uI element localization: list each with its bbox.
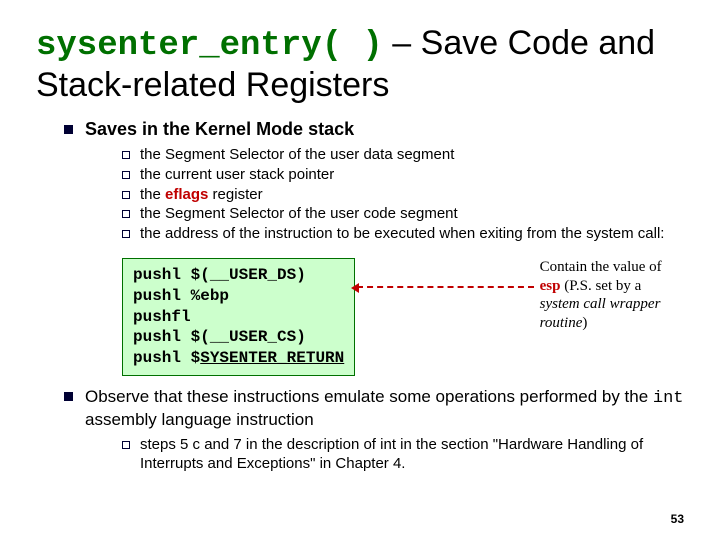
sub-item-3-text: the Segment Selector of the user code se… — [140, 205, 684, 224]
observe-int: int — [653, 389, 684, 408]
observe-sub-a: steps 5 c and 7 in the description of — [140, 436, 380, 453]
title-sep: – — [383, 24, 421, 62]
sub-item-1-text: the current user stack pointer — [140, 166, 684, 185]
page-number: 53 — [671, 512, 684, 526]
sub-item-4-text: the address of the instruction to be exe… — [140, 225, 684, 244]
bullet-open-square-icon — [122, 151, 130, 159]
note-esp: esp — [540, 278, 561, 294]
code-line-1: pushl $(__USER_DS) — [133, 266, 306, 284]
code-line-4: pushl $(__USER_CS) — [133, 328, 306, 346]
bullet-open-square-icon — [122, 230, 130, 238]
eflags-post: register — [208, 186, 262, 203]
code-line-5b: SYSENTER_RETURN — [200, 349, 344, 367]
bullet-open-square-icon — [122, 210, 130, 218]
title-mono: sysenter_entry( ) — [36, 27, 383, 65]
code-and-note-row: pushl $(__USER_DS) pushl %ebp pushfl pus… — [122, 258, 684, 376]
sub-item-3: the Segment Selector of the user code se… — [122, 205, 684, 224]
slide-title: sysenter_entry( ) – Save Code and Stack-… — [36, 24, 684, 105]
sub-item-2: the eflags register — [122, 186, 684, 205]
bullet-open-square-icon — [122, 171, 130, 179]
bullet-open-square-icon — [122, 441, 130, 449]
eflags-pre: the — [140, 186, 165, 203]
observe-sub-int: int — [380, 436, 396, 453]
note-t3: ) — [582, 315, 587, 331]
note-t2: (P.S. set by a — [560, 278, 641, 294]
annotation-note: Contain the value of esp (P.S. set by a … — [540, 258, 684, 333]
bullet-saves: Saves in the Kernel Mode stack — [64, 119, 684, 140]
bullet-observe-text: Observe that these instructions emulate … — [85, 386, 684, 431]
bullet-saves-text: Saves in the Kernel Mode stack — [85, 119, 684, 140]
bullet-observe: Observe that these instructions emulate … — [64, 386, 684, 431]
bullet-open-square-icon — [122, 191, 130, 199]
arrow-icon — [357, 286, 533, 288]
sub-item-2-text: the eflags register — [140, 186, 684, 205]
slide: sysenter_entry( ) – Save Code and Stack-… — [0, 0, 720, 540]
observe-sub-text: steps 5 c and 7 in the description of in… — [140, 436, 684, 474]
note-ital: system call wrapper routine — [540, 296, 661, 331]
sub-item-4: the address of the instruction to be exe… — [122, 225, 684, 244]
code-line-5a: pushl $ — [133, 349, 200, 367]
sub-item-0: the Segment Selector of the user data se… — [122, 146, 684, 165]
observe-sub: steps 5 c and 7 in the description of in… — [122, 436, 684, 474]
eflags-word: eflags — [165, 186, 208, 203]
bullet-square-icon — [64, 125, 73, 134]
observe-b: assembly language instruction — [85, 410, 314, 429]
note-t1: Contain the value of — [540, 259, 662, 275]
bullet-square-icon — [64, 392, 73, 401]
code-block: pushl $(__USER_DS) pushl %ebp pushfl pus… — [122, 258, 355, 376]
code-line-3: pushfl — [133, 308, 191, 326]
observe-a: Observe that these instructions emulate … — [85, 387, 653, 406]
sub-item-1: the current user stack pointer — [122, 166, 684, 185]
sub-item-0-text: the Segment Selector of the user data se… — [140, 146, 684, 165]
code-line-2: pushl %ebp — [133, 287, 229, 305]
